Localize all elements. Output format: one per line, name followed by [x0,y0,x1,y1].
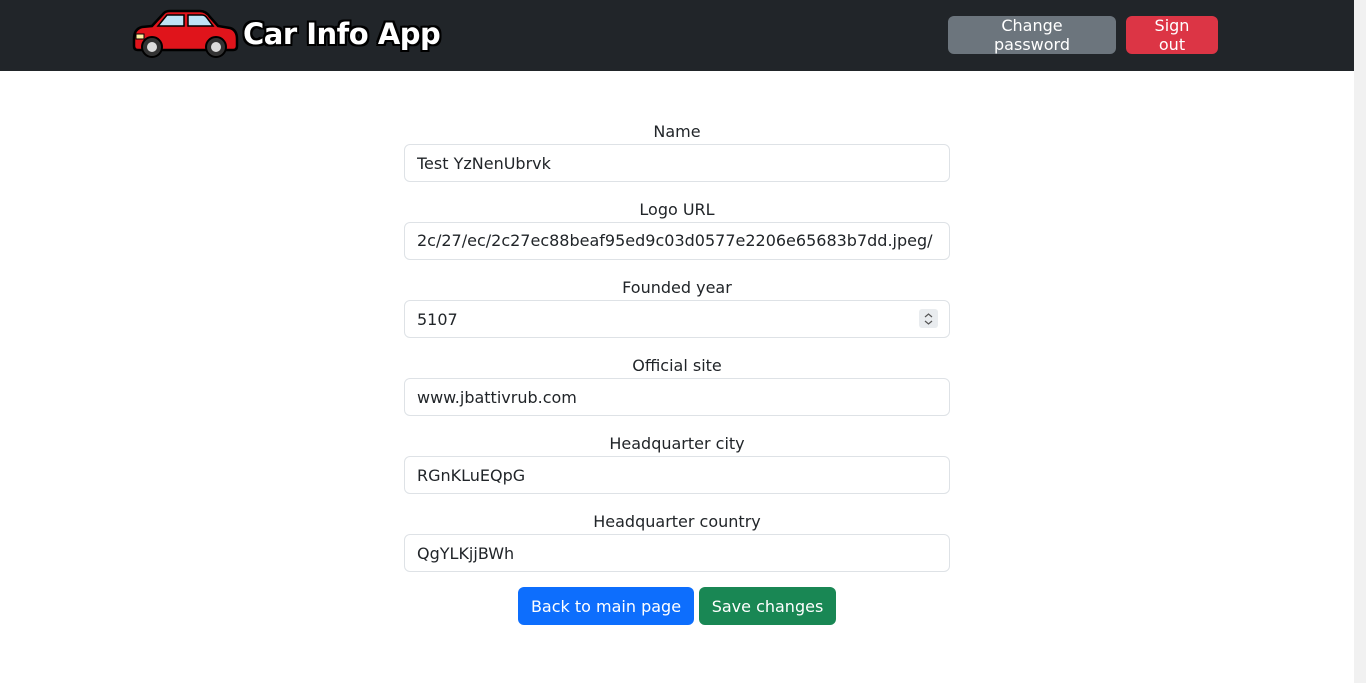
red-car-icon [132,9,239,58]
founded-year-group: Founded year [404,276,950,338]
hq-country-label: Headquarter country [593,512,761,531]
save-changes-button[interactable]: Save changes [699,587,836,625]
hq-country-input[interactable] [404,534,950,572]
hq-city-input[interactable] [404,456,950,494]
sign-out-button[interactable]: Sign out [1126,16,1218,54]
official-site-label: Official site [632,356,722,375]
brand-title: Car Info App [243,17,441,51]
official-site-input[interactable] [404,378,950,416]
name-input[interactable] [404,144,950,182]
founded-year-input[interactable] [404,300,950,338]
brand[interactable]: Car Info App [130,9,441,59]
chevron-up-icon[interactable] [924,312,933,318]
hq-city-group: Headquarter city [404,432,950,494]
hq-country-group: Headquarter country [404,510,950,572]
founded-year-label: Founded year [622,278,732,297]
logo-url-group: Logo URL /2c/27/ec/2c27ec88beaf95ed9c03d… [404,198,950,260]
top-navbar: Car Info App Change password Sign out [0,0,1354,71]
hq-city-label: Headquarter city [609,434,745,453]
year-spinner[interactable] [919,309,938,328]
page-scrollbar[interactable] [1354,0,1366,683]
official-site-group: Official site [404,354,950,416]
name-group: Name [404,120,950,182]
chevron-down-icon[interactable] [924,320,933,325]
logo-url-value: /2c/27/ec/2c27ec88beaf95ed9c03d0577e2206… [417,231,933,250]
logo-url-label: Logo URL [639,200,715,219]
back-to-main-button[interactable]: Back to main page [518,587,694,625]
logo-url-input[interactable]: /2c/27/ec/2c27ec88beaf95ed9c03d0577e2206… [404,222,950,260]
name-label: Name [653,122,701,141]
change-password-button[interactable]: Change password [948,16,1116,54]
